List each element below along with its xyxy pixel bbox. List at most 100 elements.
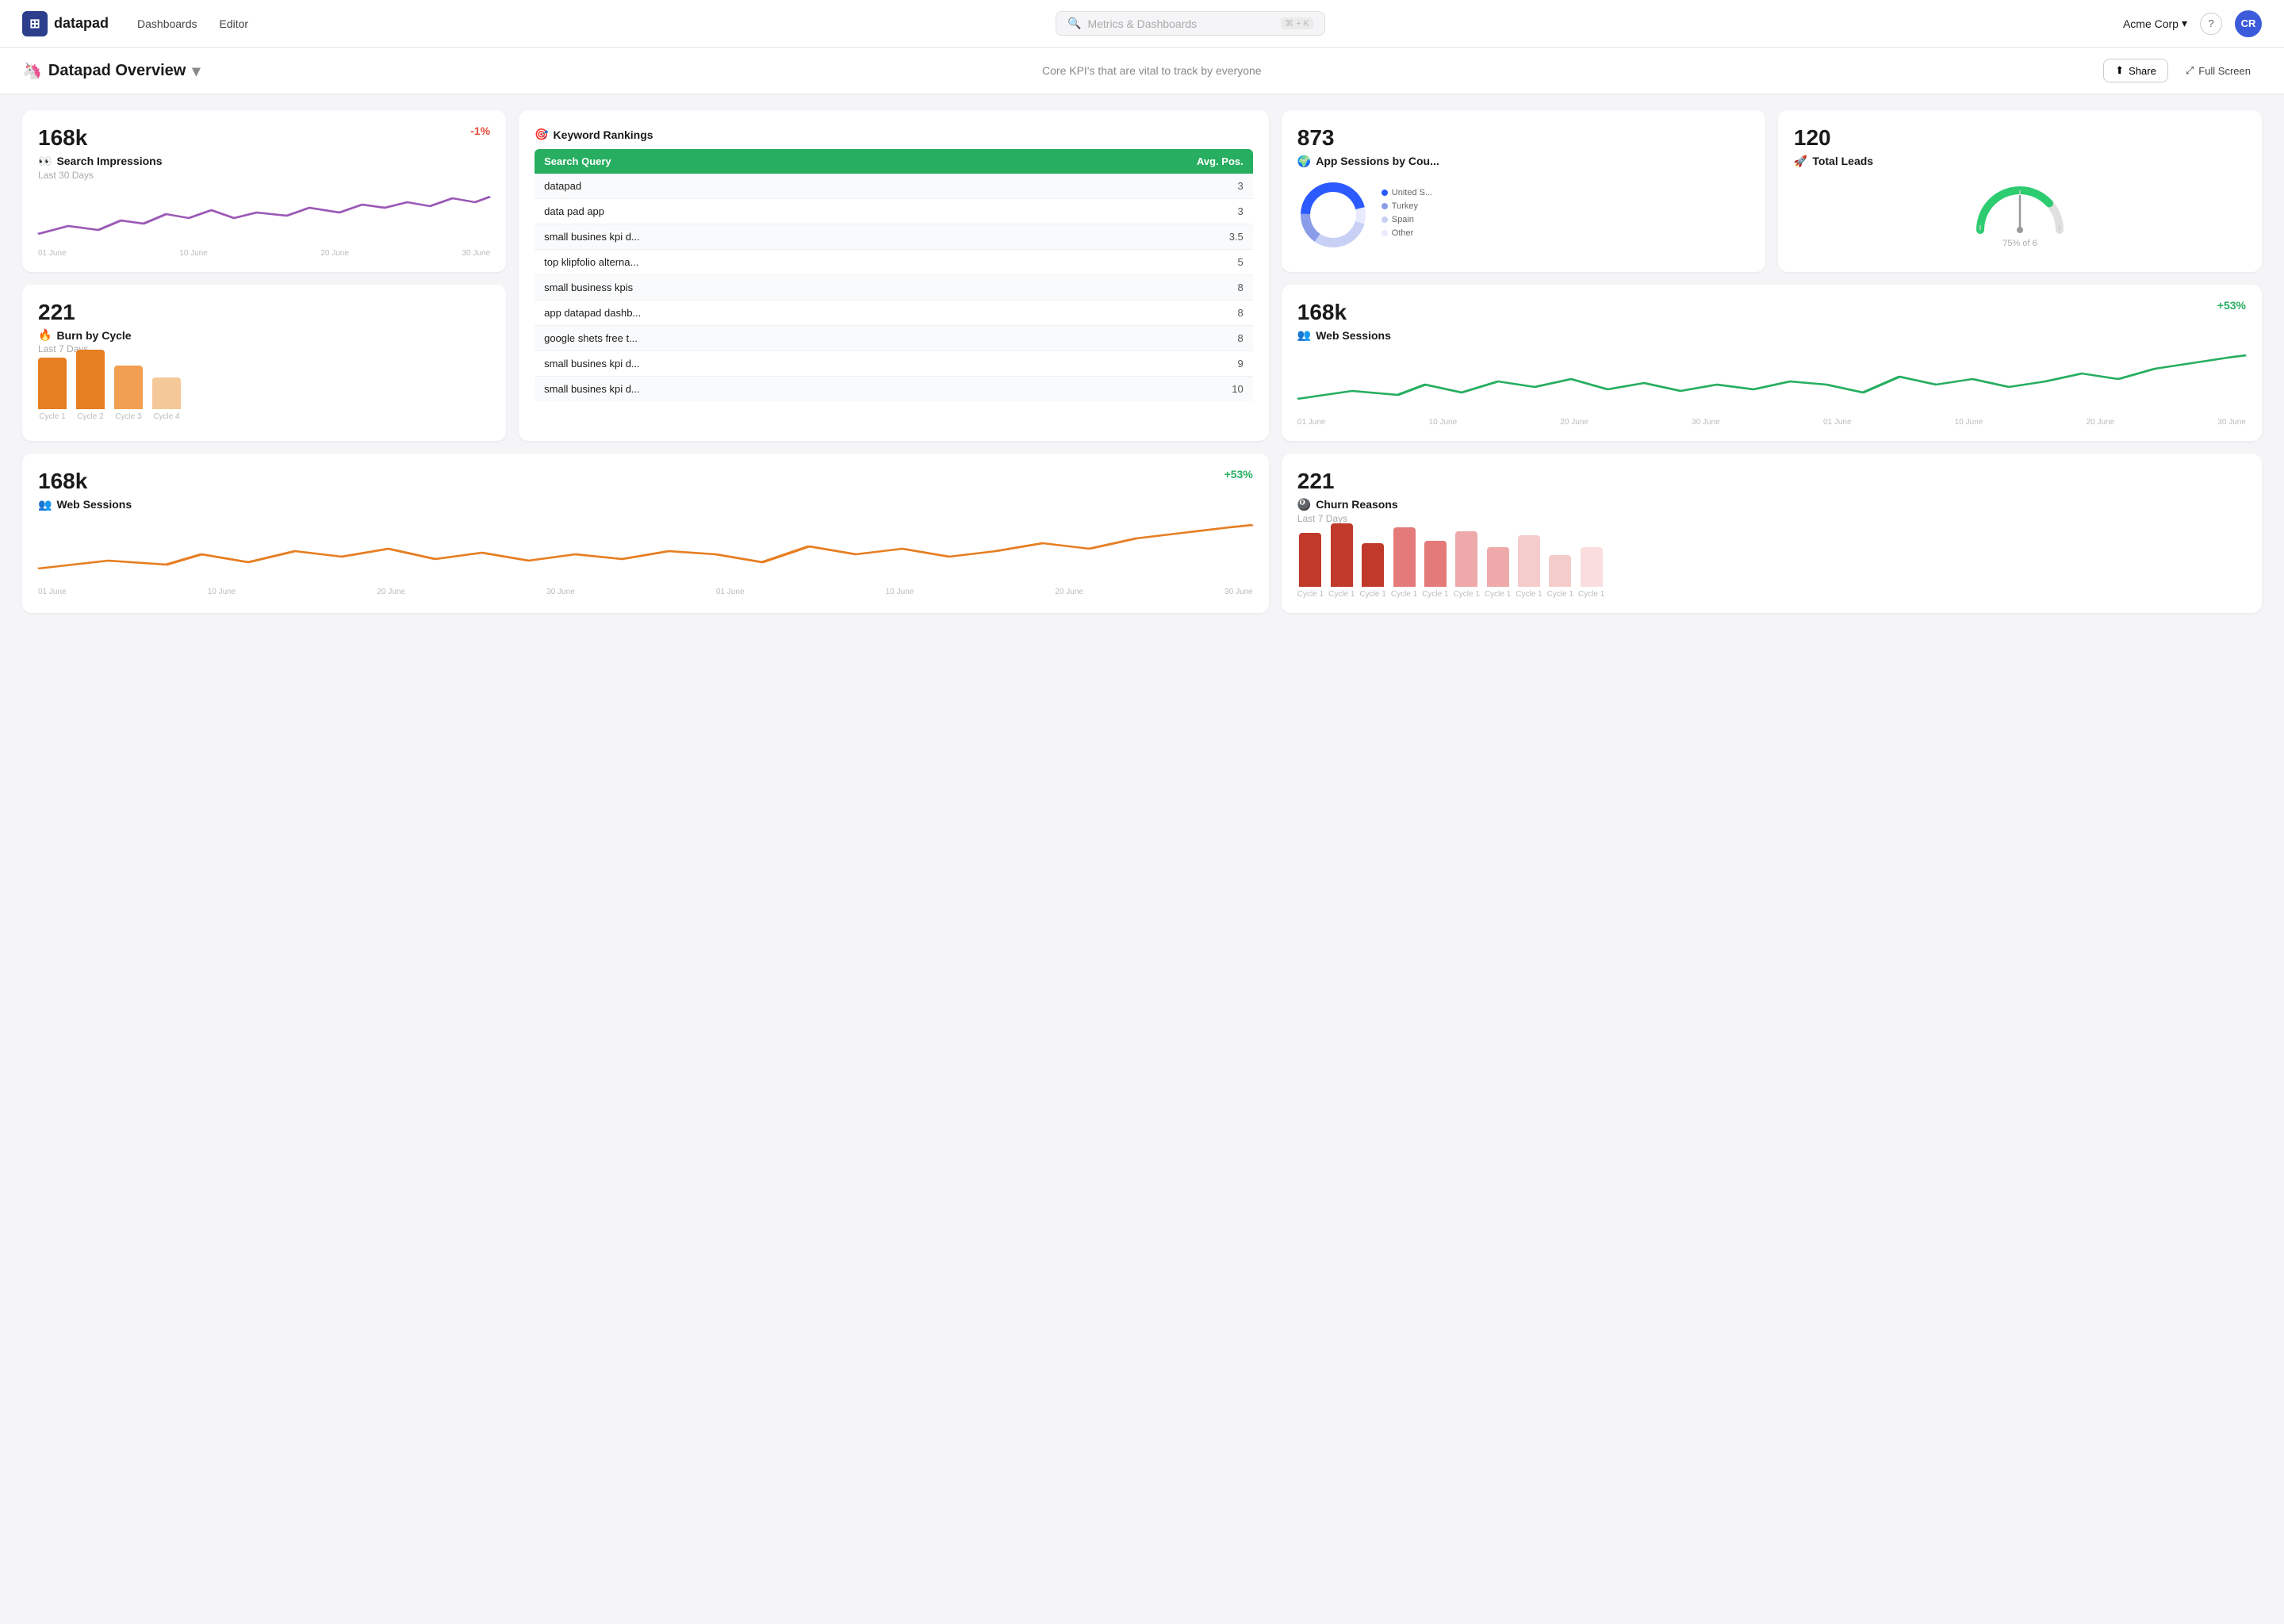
help-button[interactable]: ?	[2200, 13, 2222, 35]
total-leads-emoji: 🚀	[1794, 155, 1807, 168]
keyword-query: data pad app	[544, 205, 1237, 217]
churn-bar	[1455, 531, 1477, 587]
churn-bar	[1362, 543, 1384, 587]
nav-links: Dashboards Editor	[128, 13, 258, 35]
keyword-query: small business kpis	[544, 282, 1237, 293]
churn-bar-label: Cycle 1	[1578, 590, 1604, 599]
chevron-down-icon: ▾	[2182, 17, 2187, 30]
legend-label-us: United S...	[1392, 188, 1432, 197]
keyword-pos: 9	[1238, 358, 1244, 370]
bar-col: Cycle 1	[1328, 523, 1355, 599]
keyword-pos: 8	[1238, 307, 1244, 319]
legend-item: Other	[1382, 228, 1432, 238]
keyword-table-row: datapad3	[535, 174, 1253, 199]
bar-col: Cycle 2	[76, 350, 105, 421]
gauge-label: 75% of 6	[2002, 239, 2037, 248]
bar	[76, 350, 105, 409]
gauge-chart	[1968, 176, 2071, 236]
keyword-pos: 3	[1238, 205, 1244, 217]
keyword-table-row: small busines kpi d...10	[535, 377, 1253, 401]
search-impressions-card: 168k -1% 👀 Search Impressions Last 30 Da…	[22, 110, 506, 272]
search-impressions-emoji: 👀	[38, 155, 52, 168]
bar-label: Cycle 3	[115, 412, 141, 421]
burn-bar-chart: Cycle 1 Cycle 2 Cycle 3 Cycle 4	[38, 366, 490, 421]
search-impressions-axis: 01 June 10 June 20 June 30 June	[38, 249, 490, 258]
legend-item: United S...	[1382, 188, 1432, 197]
logo[interactable]: ⊞ datapad	[22, 11, 109, 36]
chevron-down-icon[interactable]: ▾	[192, 61, 200, 81]
churn-bar-label: Cycle 1	[1516, 590, 1542, 599]
churn-bar-label: Cycle 1	[1422, 590, 1448, 599]
share-button[interactable]: ⬆ Share	[2103, 59, 2168, 82]
web-sessions-title: Web Sessions	[1316, 329, 1391, 342]
app-sessions-donut	[1297, 179, 1369, 251]
web-sessions-bottom-chart	[38, 521, 1253, 584]
keyword-table-row: app datapad dashb...8	[535, 301, 1253, 326]
burn-title: Burn by Cycle	[56, 329, 131, 342]
keyword-rankings-card: 🎯 Keyword Rankings Search Query Avg. Pos…	[519, 110, 1269, 441]
bar-label: Cycle 2	[77, 412, 103, 421]
bar-col: Cycle 1	[1359, 543, 1385, 599]
legend-label-es: Spain	[1392, 215, 1414, 224]
keyword-pos: 5	[1238, 256, 1244, 268]
search-bar[interactable]: 🔍 Metrics & Dashboards ⌘ + K	[1056, 11, 1325, 36]
churn-bar-label: Cycle 1	[1547, 590, 1573, 599]
web-sessions-bottom-metric: 168k	[38, 469, 87, 493]
dashboard-title-container: 🦄 Datapad Overview ▾	[22, 61, 200, 81]
keyword-table-header: Search Query Avg. Pos.	[535, 149, 1253, 174]
web-sessions-bottom-emoji: 👥	[38, 498, 52, 511]
search-impressions-chart	[38, 190, 490, 246]
churn-bar-label: Cycle 1	[1359, 590, 1385, 599]
nav-editor[interactable]: Editor	[210, 13, 259, 35]
app-sessions-metric: 873	[1297, 125, 1335, 150]
keyword-pos: 8	[1238, 282, 1244, 293]
avatar[interactable]: CR	[2235, 10, 2262, 37]
legend-item: Turkey	[1382, 201, 1432, 211]
web-sessions-metric: 168k	[1297, 300, 1347, 324]
web-sessions-emoji: 👥	[1297, 328, 1311, 342]
keyword-query: app datapad dashb...	[544, 307, 1237, 319]
web-sessions-top-card: 168k 👥 Web Sessions +53% 01 June 10 June…	[1282, 285, 2262, 442]
nav-dashboards[interactable]: Dashboards	[128, 13, 207, 35]
churn-bar-label: Cycle 1	[1391, 590, 1417, 599]
bar-col: Cycle 1	[1578, 547, 1604, 599]
page-title: Datapad Overview	[48, 62, 186, 80]
churn-bar	[1393, 527, 1416, 587]
total-leads-title: Total Leads	[1812, 155, 1873, 167]
legend-label-other: Other	[1392, 228, 1414, 238]
app-sessions-emoji: 🌍	[1297, 155, 1311, 168]
bar-col: Cycle 1	[1454, 531, 1480, 599]
churn-bar	[1487, 547, 1509, 587]
keyword-pos: 10	[1232, 383, 1243, 395]
churn-bar	[1581, 547, 1603, 587]
web-sessions-change: +53%	[2217, 299, 2246, 312]
total-leads-metric: 120	[1794, 125, 1831, 150]
search-icon: 🔍	[1067, 17, 1081, 30]
company-selector[interactable]: Acme Corp ▾	[2123, 17, 2187, 30]
churn-subtitle: Last 7 Days	[1297, 513, 2246, 524]
churn-bar	[1299, 533, 1321, 587]
bar-col: Cycle 1	[1485, 547, 1511, 599]
keyword-title: Keyword Rankings	[554, 128, 653, 141]
bar-col: Cycle 1	[1391, 527, 1417, 599]
fullscreen-icon: ⤢	[2186, 64, 2194, 77]
total-leads-card: 120 🚀 Total Leads 75% of 6	[1778, 110, 2262, 272]
app-sessions-card: 873 🌍 App Sessions by Cou... United S...…	[1282, 110, 1765, 272]
churn-title: Churn Reasons	[1316, 498, 1397, 511]
keyword-table-row: data pad app3	[535, 199, 1253, 224]
web-sessions-bottom-axis: 01 June 10 June 20 June 30 June 01 June …	[38, 588, 1253, 596]
churn-metric: 221	[1297, 469, 1335, 493]
keyword-emoji: 🎯	[535, 128, 548, 141]
search-impressions-change: -1%	[470, 124, 490, 137]
keyword-query: top klipfolio alterna...	[544, 256, 1237, 268]
churn-bar	[1549, 555, 1571, 587]
web-sessions-axis: 01 June 10 June 20 June 30 June 01 June …	[1297, 418, 2246, 427]
fullscreen-button[interactable]: ⤢ Full Screen	[2175, 59, 2262, 82]
bar-col: Cycle 1	[1547, 555, 1573, 599]
bar-label: Cycle 4	[153, 412, 179, 421]
bar	[38, 358, 67, 409]
bar-col: Cycle 4	[152, 377, 181, 421]
web-sessions-bottom-title: Web Sessions	[56, 498, 132, 511]
gauge-container: 75% of 6	[1794, 176, 2246, 248]
search-impressions-metric: 168k	[38, 124, 87, 151]
